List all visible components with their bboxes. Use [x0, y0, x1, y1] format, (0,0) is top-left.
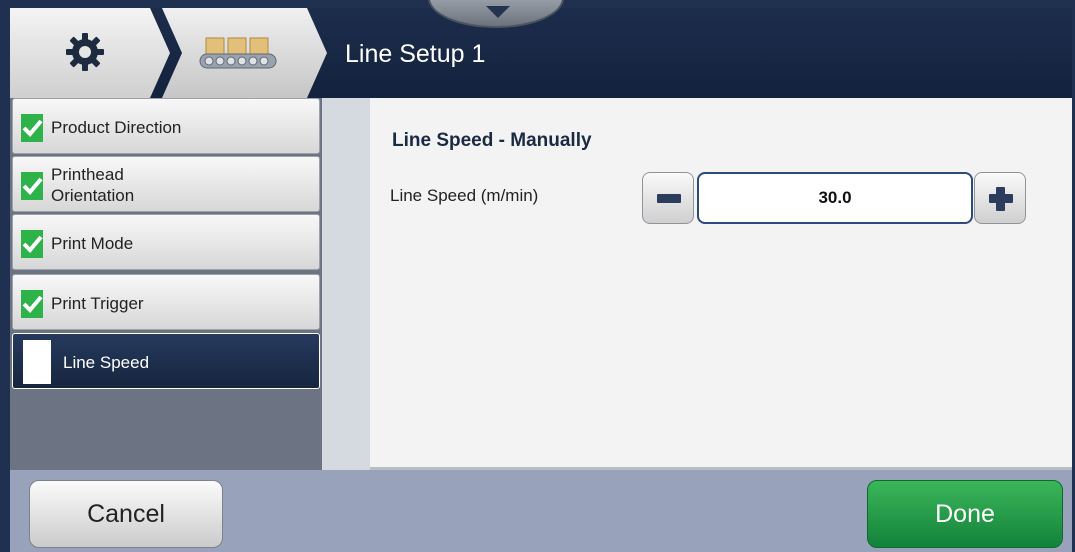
panel-divider — [322, 98, 370, 470]
checkmark-icon — [21, 172, 43, 200]
plus-icon-vertical — [996, 187, 1005, 211]
gear-icon — [66, 33, 104, 71]
active-indicator — [23, 340, 51, 384]
sidebar-item-print-mode[interactable]: Print Mode — [12, 214, 320, 270]
section-title: Line Speed - Manually — [392, 130, 592, 151]
minus-icon — [657, 194, 681, 203]
breadcrumb-settings[interactable] — [10, 8, 170, 98]
checkmark-icon — [21, 290, 43, 318]
cancel-button[interactable]: Cancel — [29, 480, 223, 548]
breadcrumb — [10, 8, 330, 98]
sidebar-nav: Product Direction Printhead Orientation … — [10, 98, 322, 470]
sidebar-item-label: Print Mode — [51, 233, 134, 253]
sidebar-item-label: Print Trigger — [51, 293, 144, 313]
sidebar-item-label: Product Direction — [51, 117, 182, 137]
sidebar-item-product-direction[interactable]: Product Direction — [12, 98, 320, 154]
footer-bar: Cancel Done — [10, 470, 1072, 552]
app-window: Line Setup 1 Product Direction Printhead… — [0, 0, 1075, 552]
chevron-down-icon — [486, 6, 510, 18]
checkmark-icon — [21, 114, 43, 142]
header-bar: Line Setup 1 — [10, 8, 1072, 98]
breadcrumb-line-setup[interactable] — [162, 8, 327, 98]
conveyor-icon — [199, 37, 277, 69]
main-panel: Line Speed - Manually Line Speed (m/min)… — [370, 98, 1072, 467]
checkmark-icon — [21, 230, 43, 258]
sidebar-item-printhead-orientation[interactable]: Printhead Orientation — [12, 156, 320, 212]
sidebar-item-print-trigger[interactable]: Print Trigger — [12, 274, 320, 330]
sidebar-item-label: Line Speed — [63, 352, 150, 372]
sidebar-item-label: Printhead Orientation — [51, 165, 135, 205]
sidebar-item-line-speed[interactable]: Line Speed — [12, 333, 320, 389]
increment-button[interactable] — [974, 172, 1026, 224]
done-button[interactable]: Done — [867, 480, 1063, 548]
decrement-button[interactable] — [642, 172, 694, 224]
line-speed-input[interactable]: 30.0 — [697, 172, 973, 224]
line-speed-label: Line Speed (m/min) — [390, 186, 539, 205]
